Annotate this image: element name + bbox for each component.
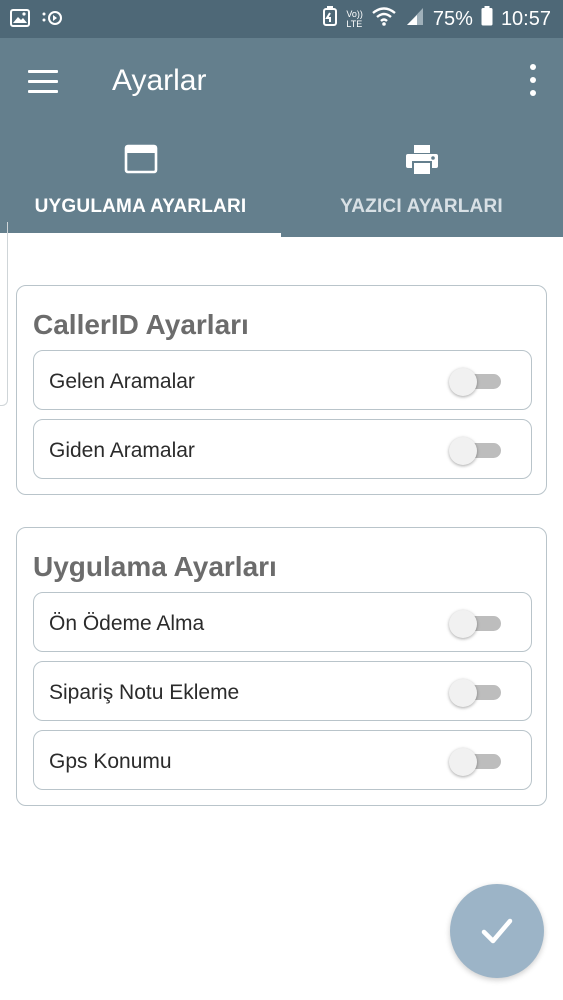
gelen-aramalar-toggle[interactable]: [449, 368, 501, 396]
gallery-notification-icon: [10, 9, 30, 32]
lte-label: LTE: [346, 19, 363, 29]
section-title: CallerID Ayarları: [33, 309, 249, 340]
scroll-edge-decoration: [0, 222, 8, 406]
wifi-icon: [371, 6, 397, 32]
tab-label: YAZICI AYARLARI: [340, 196, 503, 217]
giden-aramalar-toggle[interactable]: [449, 437, 501, 465]
page-title: Ayarlar: [112, 64, 207, 97]
tab-yazici-ayarlari[interactable]: YAZICI AYARLARI: [281, 126, 562, 237]
tab-label: UYGULAMA AYARLARI: [34, 196, 247, 217]
setting-label: Gps Konumu: [49, 750, 172, 773]
toggle-thumb: [449, 748, 477, 776]
window-icon: [124, 144, 158, 179]
setting-label: Sipariş Notu Ekleme: [49, 681, 240, 704]
section-card-uygulama: Uygulama Ayarları Ön Ödeme Alma Sipariş …: [16, 527, 547, 806]
setting-row-gps-konumu: Gps Konumu: [33, 730, 532, 790]
sync-notification-icon: [40, 9, 64, 32]
section-card-callerid: CallerID Ayarları Gelen Aramalar Giden A…: [16, 285, 547, 495]
volte-indicator: Vo)) LTE: [346, 9, 363, 29]
toggle-thumb: [449, 610, 477, 638]
setting-row-giden-aramalar: Giden Aramalar: [33, 419, 532, 479]
setting-row-on-odeme-alma: Ön Ödeme Alma: [33, 592, 532, 652]
setting-label: Gelen Aramalar: [49, 370, 195, 393]
siparis-notu-ekleme-toggle[interactable]: [449, 679, 501, 707]
status-bar: Vo)) LTE 75% 10:57: [0, 0, 563, 38]
battery-percentage: 75%: [432, 7, 473, 30]
printer-icon: [405, 144, 439, 181]
app-bar: Ayarlar: [0, 38, 563, 126]
battery-icon: [481, 6, 493, 32]
gps-konumu-toggle[interactable]: [449, 748, 501, 776]
toggle-thumb: [449, 679, 477, 707]
setting-label: Ön Ödeme Alma: [49, 612, 205, 635]
status-left: [10, 9, 64, 32]
setting-row-gelen-aramalar: Gelen Aramalar: [33, 350, 532, 410]
more-options-icon[interactable]: [523, 64, 543, 98]
check-icon: [481, 918, 513, 944]
toggle-thumb: [449, 368, 477, 396]
setting-label: Giden Aramalar: [49, 439, 195, 462]
on-odeme-alma-toggle[interactable]: [449, 610, 501, 638]
toggle-thumb: [449, 437, 477, 465]
setting-row-siparis-notu-ekleme: Sipariş Notu Ekleme: [33, 661, 532, 721]
tab-uygulama-ayarlari[interactable]: UYGULAMA AYARLARI: [0, 126, 281, 237]
battery-saver-icon: [322, 6, 338, 32]
active-tab-indicator: [0, 233, 281, 237]
section-title: Uygulama Ayarları: [33, 551, 277, 582]
volte-label: Vo)): [346, 9, 363, 19]
signal-icon: [405, 6, 425, 32]
status-right: Vo)) LTE 75% 10:57: [322, 6, 551, 32]
hamburger-menu-icon[interactable]: [22, 64, 62, 100]
clock: 10:57: [500, 7, 551, 30]
save-fab-button[interactable]: [450, 884, 544, 978]
tab-bar: UYGULAMA AYARLARI YAZICI AYARLARI: [0, 126, 563, 237]
